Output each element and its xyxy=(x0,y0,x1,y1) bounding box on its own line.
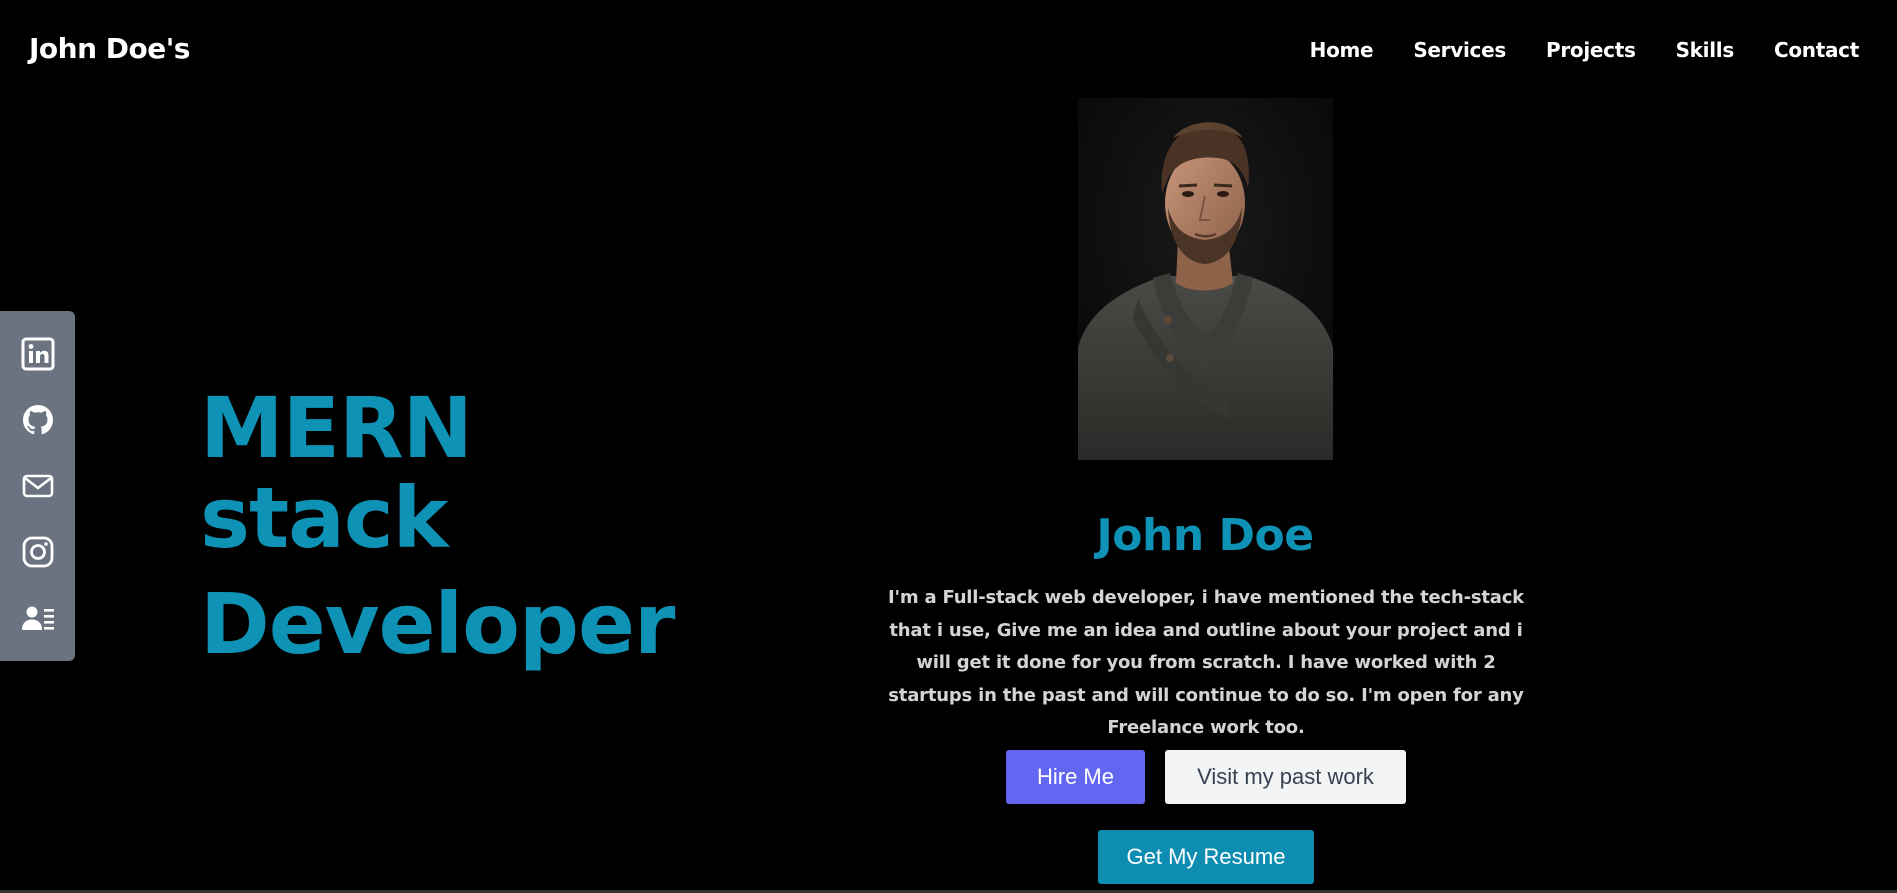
portfolio-page: John Doe's Home Services Projects Skills… xyxy=(0,0,1897,893)
social-sidebar xyxy=(0,311,75,661)
nav-link-home[interactable]: Home xyxy=(1310,38,1374,62)
hero-title-line-2: stack xyxy=(200,469,449,567)
hero-title-line-1: MERN xyxy=(200,379,473,477)
nav-links: Home Services Projects Skills Contact xyxy=(1270,38,1860,62)
profile-bio: I'm a Full-stack web developer, i have m… xyxy=(888,587,1524,738)
hero-title-line-3: Developer xyxy=(200,575,675,673)
linkedin-icon[interactable] xyxy=(20,336,56,372)
hero-title: MERN stack Developer xyxy=(200,379,675,673)
navbar: John Doe's Home Services Projects Skills… xyxy=(0,0,1897,100)
mail-icon[interactable] xyxy=(20,468,56,504)
nav-link-services[interactable]: Services xyxy=(1413,38,1506,62)
hire-me-button[interactable]: Hire Me xyxy=(1006,750,1145,804)
get-resume-button[interactable]: Get My Resume xyxy=(1098,830,1314,884)
nav-link-contact[interactable]: Contact xyxy=(1774,38,1859,62)
instagram-icon[interactable] xyxy=(20,534,56,570)
github-icon[interactable] xyxy=(20,402,56,438)
resume-user-icon[interactable] xyxy=(20,600,56,636)
profile-name: John Doe xyxy=(1096,510,1314,561)
nav-link-skills[interactable]: Skills xyxy=(1676,38,1735,62)
nav-link-projects[interactable]: Projects xyxy=(1546,38,1636,62)
profile-name-container: John Doe xyxy=(905,510,1505,561)
visit-past-work-button[interactable]: Visit my past work xyxy=(1165,750,1406,804)
profile-photo xyxy=(1078,98,1333,460)
brand-logo[interactable]: John Doe's xyxy=(29,32,190,65)
